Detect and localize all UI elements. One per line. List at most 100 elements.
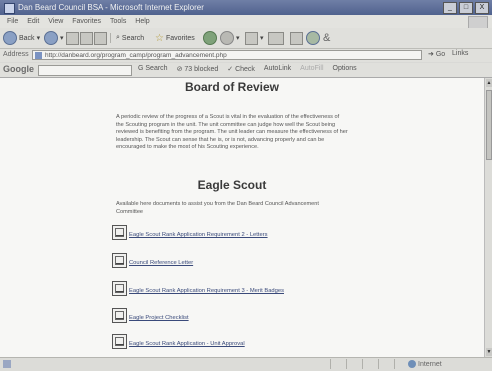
menu-file[interactable]: File (7, 18, 18, 25)
google-search-button[interactable]: G Search (138, 65, 168, 73)
address-input[interactable]: http://danbeard.org/program_camp/program… (32, 50, 422, 60)
links-button[interactable]: Links (452, 50, 468, 57)
scroll-thumb[interactable] (486, 90, 492, 160)
status-bar: Internet (0, 357, 492, 371)
menu-view[interactable]: View (48, 18, 63, 25)
google-search-label: Search (145, 65, 168, 72)
document-link-text[interactable]: Eagle Scout Rank Application Requirement… (129, 225, 268, 238)
options-label: Options (332, 65, 357, 72)
menu-favorites[interactable]: Favorites (72, 18, 101, 25)
autofill-label: AutoFill (300, 65, 324, 72)
edit-icon (268, 31, 284, 45)
document-link-text[interactable]: Eagle Scout Rank Application Requirement… (129, 281, 284, 294)
eagle-scout-heading: Eagle Scout (197, 178, 267, 192)
board-of-review-heading: Board of Review (184, 80, 280, 94)
home-icon (94, 31, 107, 45)
messenger-button[interactable] (306, 31, 320, 45)
back-button[interactable]: Back ▾ (3, 31, 40, 45)
document-link-text[interactable]: Eagle Scout Rank Application - Unit Appr… (129, 334, 245, 347)
page-status-icon (3, 360, 11, 368)
forward-arrow-icon (44, 31, 58, 45)
options-button[interactable]: Options (333, 65, 357, 73)
board-of-review-text: A periodic review of the progress of a S… (116, 114, 348, 151)
stop-icon (66, 31, 79, 45)
autofill-button[interactable]: AutoFill (300, 65, 323, 73)
google-search-input[interactable] (38, 65, 132, 76)
zone-label: Internet (418, 360, 442, 368)
document-link-text[interactable]: Council Reference Letter (129, 253, 193, 266)
standard-toolbar: Back ▾ ▾ ⌕ Search ☆ Favorites ▾ ▾ & (0, 28, 492, 49)
print-icon (245, 31, 258, 45)
chevron-down-icon: ▾ (36, 35, 41, 42)
page-icon (35, 52, 42, 59)
security-zone: Internet (408, 360, 442, 368)
vertical-scrollbar[interactable]: ▲ ▼ (484, 78, 492, 357)
document-icon (112, 253, 127, 268)
home-button[interactable] (94, 31, 107, 45)
maximize-button[interactable]: □ (459, 2, 473, 14)
history-button[interactable] (203, 31, 217, 45)
search-button[interactable]: ⌕ Search (116, 31, 144, 45)
document-link[interactable]: Council Reference Letter (112, 253, 193, 268)
block-icon: ⊘ (176, 66, 183, 73)
page-viewport: Board of Review A periodic review of the… (0, 78, 484, 357)
popup-blocker-button[interactable]: ⊘ 73 blocked (177, 65, 219, 73)
back-label: Back (19, 34, 35, 42)
scroll-down-icon[interactable]: ▼ (486, 348, 492, 356)
google-toolbar: Google G Search ⊘ 73 blocked ✓ Check Aut… (0, 63, 492, 78)
document-icon (112, 308, 127, 323)
autolink-label: AutoLink (263, 65, 292, 72)
autolink-button[interactable]: AutoLink (264, 65, 291, 73)
document-link[interactable]: Eagle Scout Rank Application Requirement… (112, 281, 284, 296)
menu-tools[interactable]: Tools (110, 18, 126, 25)
favorites-button[interactable]: ☆ Favorites (155, 31, 195, 45)
print-button[interactable]: ▾ (245, 31, 264, 45)
close-button[interactable]: X (475, 2, 489, 14)
go-label: Go (435, 51, 446, 58)
search-label: Search (121, 34, 145, 42)
favorites-label: Favorites (165, 34, 195, 42)
document-link-text[interactable]: Eagle Project Checklist (129, 308, 189, 321)
back-arrow-icon (3, 31, 17, 45)
address-label: Address (3, 51, 29, 58)
menu-edit[interactable]: Edit (27, 18, 39, 25)
star-icon: ☆ (155, 32, 164, 44)
menu-help[interactable]: Help (135, 18, 149, 25)
document-link[interactable]: Eagle Scout Rank Application Requirement… (112, 225, 268, 240)
edit-button[interactable] (268, 31, 284, 45)
scroll-up-icon[interactable]: ▲ (486, 79, 492, 87)
research-icon: & (323, 32, 331, 44)
globe-icon (408, 360, 416, 368)
ie-icon (4, 3, 15, 14)
chevron-down-icon: ▾ (60, 35, 64, 42)
stop-button[interactable] (66, 31, 79, 45)
refresh-icon (80, 31, 93, 45)
minimize-button[interactable]: _ (443, 2, 457, 14)
forward-button[interactable]: ▾ (44, 31, 64, 45)
document-icon (112, 225, 127, 240)
address-url: http://danbeard.org/program_camp/program… (45, 52, 227, 59)
document-link[interactable]: Eagle Project Checklist (112, 308, 189, 323)
eagle-scout-text: Available here documents to assist you f… (116, 201, 319, 215)
refresh-button[interactable] (80, 31, 93, 45)
address-bar: Address http://danbeard.org/program_camp… (0, 49, 492, 62)
document-icon (112, 281, 127, 296)
document-icon (112, 334, 127, 349)
discuss-icon (290, 31, 303, 45)
messenger-icon (306, 31, 320, 45)
history-icon (203, 31, 217, 45)
window-title: Dan Beard Council BSA - Microsoft Intern… (18, 3, 204, 12)
chevron-down-icon: ▾ (260, 35, 264, 42)
mail-button[interactable]: ▾ (220, 31, 240, 45)
menu-bar: File Edit View Favorites Tools Help (0, 15, 492, 29)
check-label: Check (235, 66, 255, 73)
google-logo: Google (3, 64, 34, 74)
spellcheck-button[interactable]: ✓ Check (227, 65, 255, 73)
document-link[interactable]: Eagle Scout Rank Application - Unit Appr… (112, 334, 245, 349)
search-icon: ⌕ (116, 34, 120, 41)
discuss-button[interactable] (290, 31, 303, 45)
title-bar: Dan Beard Council BSA - Microsoft Intern… (0, 0, 492, 15)
research-button[interactable]: & (323, 31, 330, 45)
mail-icon (220, 31, 234, 45)
go-button[interactable]: ➜ Go (428, 50, 445, 58)
